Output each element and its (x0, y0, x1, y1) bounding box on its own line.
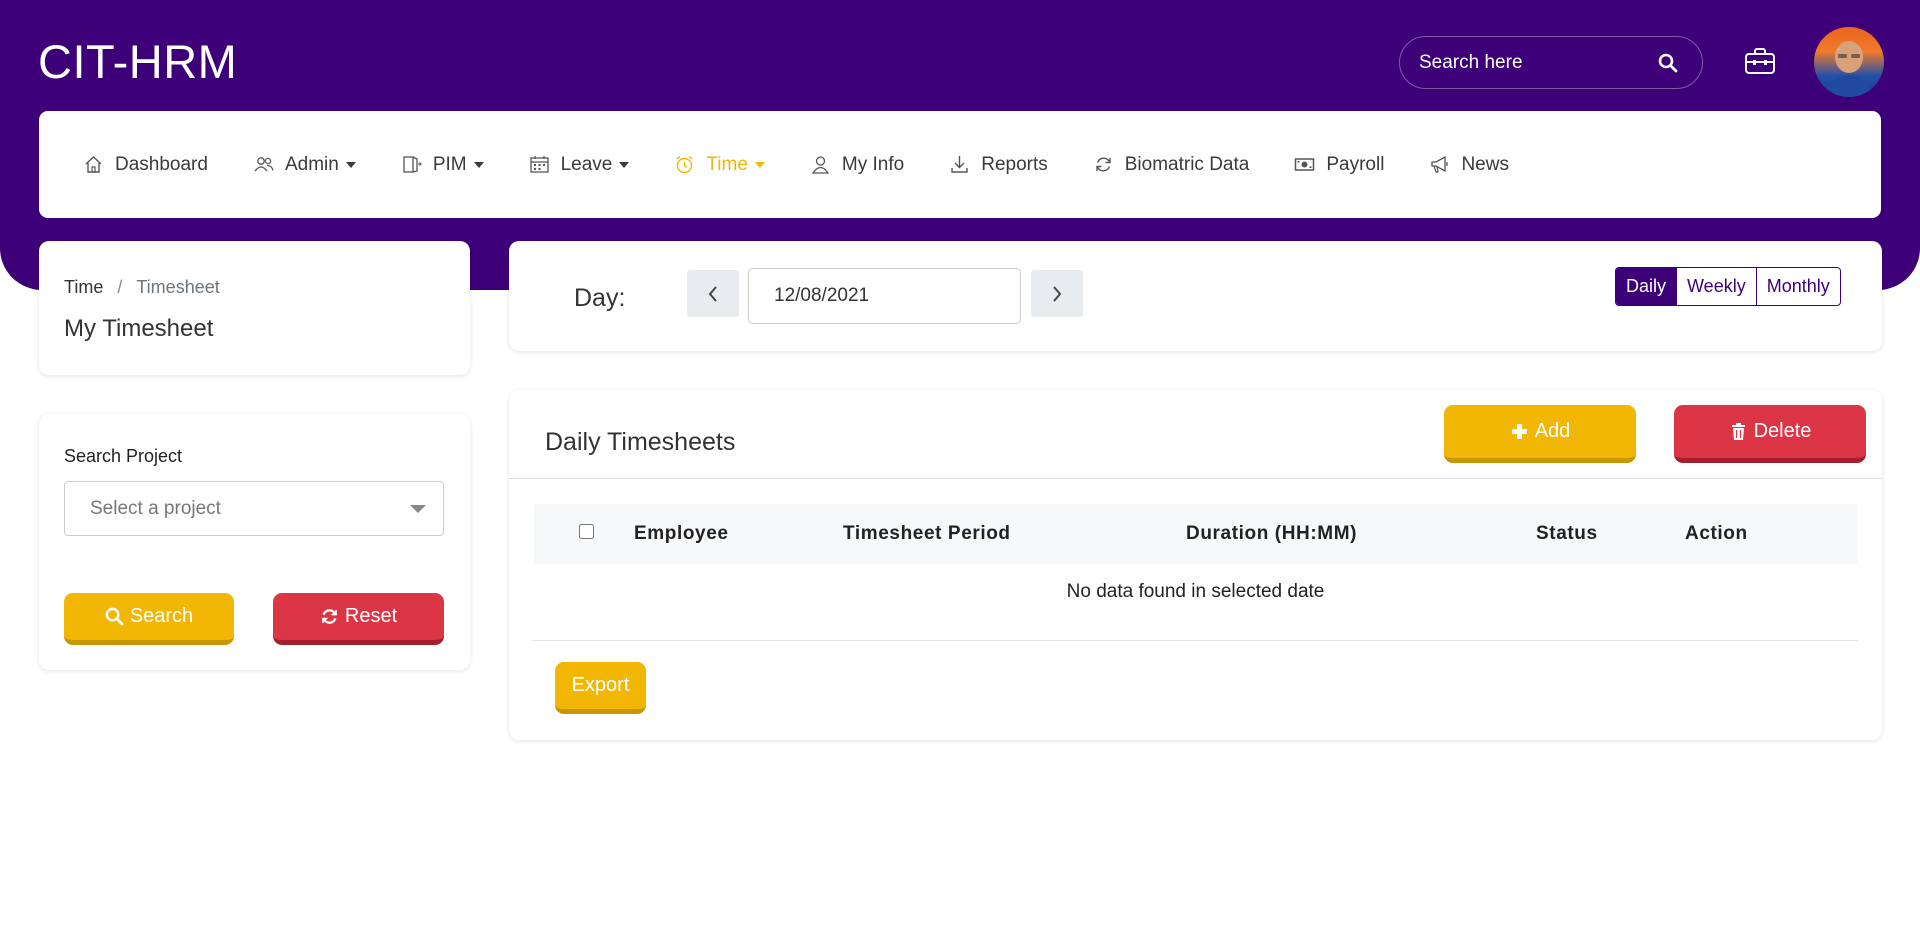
chevron-down-icon (754, 161, 765, 168)
nav-biomatric-data-label: Biomatric Data (1124, 153, 1250, 175)
chevron-down-icon (345, 161, 356, 168)
table-header: Employee Timesheet Period Duration (HH:M… (534, 504, 1857, 564)
day-label: Day: (574, 284, 626, 312)
nav-admin[interactable]: Admin (253, 154, 356, 176)
user-avatar[interactable] (1814, 27, 1884, 97)
users-icon (254, 157, 274, 172)
daily-timesheets-card: Daily Timesheets Add Delete Employee Tim… (509, 390, 1882, 740)
nav-payroll[interactable]: Payroll (1294, 154, 1384, 176)
nav-my-info[interactable]: My Info (810, 154, 904, 176)
user-icon (811, 156, 830, 174)
next-day-button[interactable] (1031, 270, 1083, 317)
nav-pim-label: PIM (432, 153, 467, 175)
empty-message: No data found in selected date (1066, 581, 1325, 602)
add-button-label: Add (1534, 420, 1571, 442)
breadcrumb-card: Time / Timesheet My Timesheet (39, 241, 470, 375)
briefcase-icon[interactable] (1744, 47, 1776, 75)
export-button[interactable]: Export (555, 662, 646, 714)
plus-icon (1511, 424, 1527, 439)
search-button-label: Search (129, 605, 194, 627)
money-icon (1295, 158, 1315, 171)
page-title: My Timesheet (64, 315, 214, 342)
nav-dashboard-label: Dashboard (115, 153, 208, 175)
nav-reports-label: Reports (981, 153, 1048, 175)
nav-news-label: News (1461, 153, 1509, 175)
trash-icon (1731, 423, 1745, 440)
breadcrumb-parent[interactable]: Time (64, 277, 103, 298)
column-employee: Employee (634, 523, 729, 544)
breadcrumb-separator: / (117, 277, 123, 297)
nav-leave[interactable]: Leave (529, 154, 630, 176)
nav-time[interactable]: Time (674, 154, 765, 176)
column-action: Action (1685, 523, 1748, 544)
door-icon (403, 156, 422, 173)
timesheets-title: Daily Timesheets (545, 428, 736, 456)
period-toggle: Daily Weekly Monthly (1615, 267, 1841, 306)
search-button[interactable]: Search (64, 593, 234, 645)
column-duration: Duration (HH:MM) (1186, 523, 1358, 544)
nav-my-info-label: My Info (841, 153, 905, 175)
divider (532, 640, 1859, 641)
period-daily-button[interactable]: Daily (1616, 268, 1677, 305)
search-project-card: Search Project Select a project Search R… (39, 414, 470, 670)
chevron-down-icon (410, 504, 426, 513)
breadcrumb-current: Timesheet (136, 277, 220, 297)
nav-admin-label: Admin (284, 153, 339, 175)
reset-button-label: Reset (344, 605, 398, 627)
global-search[interactable] (1399, 36, 1703, 89)
clock-icon (676, 155, 693, 174)
add-button[interactable]: Add (1444, 405, 1636, 463)
delete-button[interactable]: Delete (1674, 405, 1866, 463)
select-all-checkbox[interactable] (579, 524, 594, 539)
chevron-right-icon (1053, 285, 1062, 302)
main-navigation: Dashboard Admin PIM Leave Time My Info R… (39, 111, 1881, 218)
chevron-down-icon (619, 161, 630, 168)
chevron-left-icon (708, 285, 717, 302)
download-icon (951, 156, 968, 173)
timesheets-header: Daily Timesheets Add Delete (509, 390, 1882, 479)
previous-day-button[interactable] (687, 270, 739, 317)
date-input[interactable]: 12/08/2021 (748, 268, 1021, 324)
calendar-icon (529, 156, 549, 173)
search-icon (105, 607, 124, 626)
export-button-label: Export (571, 674, 630, 696)
project-select-value: Select a project (90, 497, 221, 519)
nav-news[interactable]: News (1429, 154, 1509, 176)
nav-time-label: Time (706, 153, 748, 175)
home-icon (85, 156, 102, 173)
nav-reports[interactable]: Reports (949, 154, 1048, 176)
day-selector-card: Day: 12/08/2021 Daily Weekly Monthly (509, 241, 1882, 351)
search-project-label: Search Project (64, 446, 183, 466)
refresh-icon (322, 609, 337, 624)
column-timesheet-period: Timesheet Period (843, 523, 1011, 544)
megaphone-icon (1431, 155, 1449, 173)
avatar-photo-icon (1824, 41, 1874, 97)
breadcrumb: Time / Timesheet (64, 277, 445, 298)
project-select[interactable]: Select a project (64, 481, 444, 536)
search-icon[interactable] (1658, 53, 1678, 73)
reset-button[interactable]: Reset (273, 593, 444, 645)
delete-button-label: Delete (1753, 420, 1812, 442)
chevron-down-icon (473, 161, 484, 168)
nav-leave-label: Leave (560, 153, 613, 175)
nav-biomatric-data[interactable]: Biomatric Data (1093, 153, 1250, 176)
period-monthly-button[interactable]: Monthly (1755, 268, 1840, 305)
refresh-icon (1096, 157, 1111, 172)
period-weekly-button[interactable]: Weekly (1676, 268, 1756, 305)
nav-pim[interactable]: PIM (401, 154, 484, 176)
global-search-input[interactable] (1419, 51, 1639, 74)
brand-title: CIT-HRM (38, 35, 238, 88)
nav-payroll-label: Payroll (1326, 153, 1385, 175)
nav-dashboard[interactable]: Dashboard (83, 154, 208, 176)
column-status: Status (1536, 523, 1598, 544)
